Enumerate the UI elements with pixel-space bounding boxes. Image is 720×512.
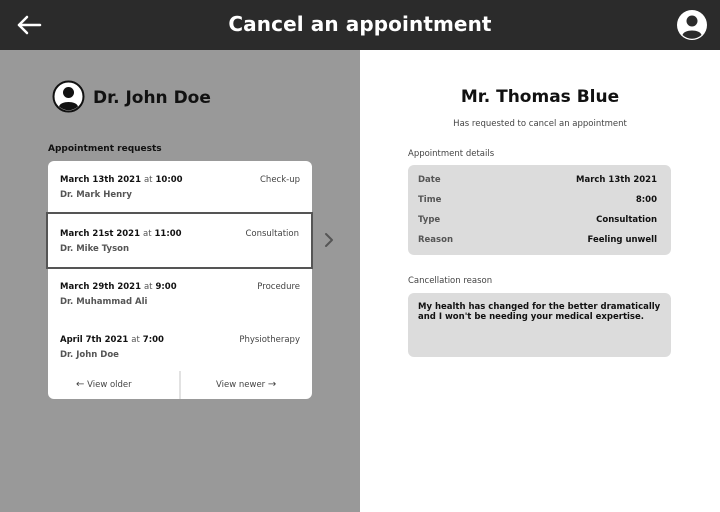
page-title: Cancel an appointment — [228, 12, 492, 36]
appointment-doctor: Dr. Mark Henry — [60, 190, 132, 200]
divider — [179, 371, 181, 399]
doctor-panel: Dr. John Doe Appointment requests March … — [0, 50, 360, 512]
doctor-name: Dr. John Doe — [93, 88, 211, 108]
detail-value: Consultation — [596, 215, 657, 225]
user-avatar-icon — [52, 80, 85, 113]
detail-row-date: Date March 13th 2021 — [418, 175, 657, 187]
appointment-doctor: Dr. John Doe — [60, 350, 119, 360]
detail-value: 8:00 — [635, 195, 657, 205]
detail-key: Date — [418, 175, 441, 185]
view-older-button[interactable]: ← View older — [76, 379, 132, 390]
chevron-right-icon[interactable] — [322, 231, 336, 249]
doctor-avatar — [52, 80, 85, 113]
arrow-left-icon: ← — [76, 379, 85, 390]
appointment-type: Procedure — [257, 282, 300, 292]
top-bar: Cancel an appointment — [0, 0, 720, 50]
detail-value: March 13th 2021 — [576, 175, 657, 185]
appointment-doctor: Dr. Mike Tyson — [60, 244, 130, 254]
appointment-item[interactable]: April 7th 2021 at 7:00 Dr. John Doe Phys… — [48, 321, 312, 375]
cancellation-label: Cancellation reason — [408, 276, 493, 286]
user-avatar-icon — [677, 10, 707, 40]
appointment-item-selected[interactable]: March 21st 2021 at 11:00 Dr. Mike Tyson … — [46, 212, 313, 269]
appointment-details-box: Date March 13th 2021 Time 8:00 Type Cons… — [408, 165, 671, 255]
request-detail-panel: Mr. Thomas Blue Has requested to cancel … — [360, 50, 720, 512]
appointment-doctor: Dr. Muhammad Ali — [60, 297, 148, 307]
detail-row-type: Type Consultation — [418, 215, 657, 227]
appointment-type: Check-up — [260, 175, 300, 185]
requests-heading: Appointment requests — [48, 144, 162, 154]
appointment-item[interactable]: March 13th 2021 at 10:00 Dr. Mark Henry … — [48, 161, 312, 215]
appointment-requests-card: March 13th 2021 at 10:00 Dr. Mark Henry … — [46, 161, 313, 399]
detail-key: Type — [418, 215, 441, 225]
pagination-footer: ← View older View newer → — [48, 371, 312, 399]
patient-name: Mr. Thomas Blue — [460, 87, 620, 107]
appointment-type: Physiotherapy — [239, 335, 300, 345]
cancellation-reason-text: My health has changed for the better dra… — [408, 293, 671, 357]
appointment-datetime: March 29th 2021 at 9:00 — [60, 282, 177, 292]
detail-row-reason: Reason Feeling unwell — [418, 235, 657, 247]
appointment-datetime: April 7th 2021 at 7:00 — [60, 335, 164, 345]
detail-row-time: Time 8:00 — [418, 195, 657, 207]
appointment-datetime: March 21st 2021 at 11:00 — [60, 229, 182, 239]
appointment-datetime: March 13th 2021 at 10:00 — [60, 175, 183, 185]
detail-key: Reason — [418, 235, 453, 245]
request-subtitle: Has requested to cancel an appointment — [453, 119, 627, 129]
arrow-right-icon: → — [267, 379, 277, 390]
detail-value: Feeling unwell — [587, 235, 657, 245]
appointment-type: Consultation — [245, 229, 299, 239]
appointment-item[interactable]: March 29th 2021 at 9:00 Dr. Muhammad Ali… — [48, 268, 312, 322]
details-label: Appointment details — [408, 149, 495, 159]
view-newer-button[interactable]: View newer → — [216, 379, 276, 390]
detail-key: Time — [418, 195, 442, 205]
profile-button[interactable] — [676, 9, 708, 41]
